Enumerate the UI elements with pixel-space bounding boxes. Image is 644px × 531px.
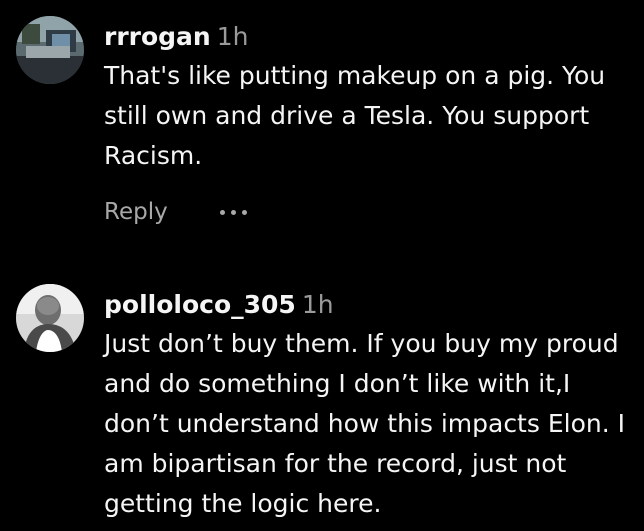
comment-text: That's like putting makeup on a pig. You… [104,61,606,170]
avatar[interactable] [16,284,84,352]
comment-text: Just don’t buy them. If you buy my proud… [104,329,625,518]
username[interactable]: rrrogan [104,22,211,51]
timestamp: 1h [301,290,334,319]
dot [219,209,225,215]
avatar[interactable] [16,16,84,84]
comment-actions: Reply [104,192,247,232]
reply-button[interactable]: Reply [104,199,168,225]
username[interactable]: polloloco_305 [104,290,296,319]
dot [230,209,236,215]
timestamp: 1h [216,22,249,51]
more-options-icon[interactable] [219,197,247,227]
avatar-image [16,284,84,352]
dot [241,209,247,215]
avatar-image [16,16,84,84]
